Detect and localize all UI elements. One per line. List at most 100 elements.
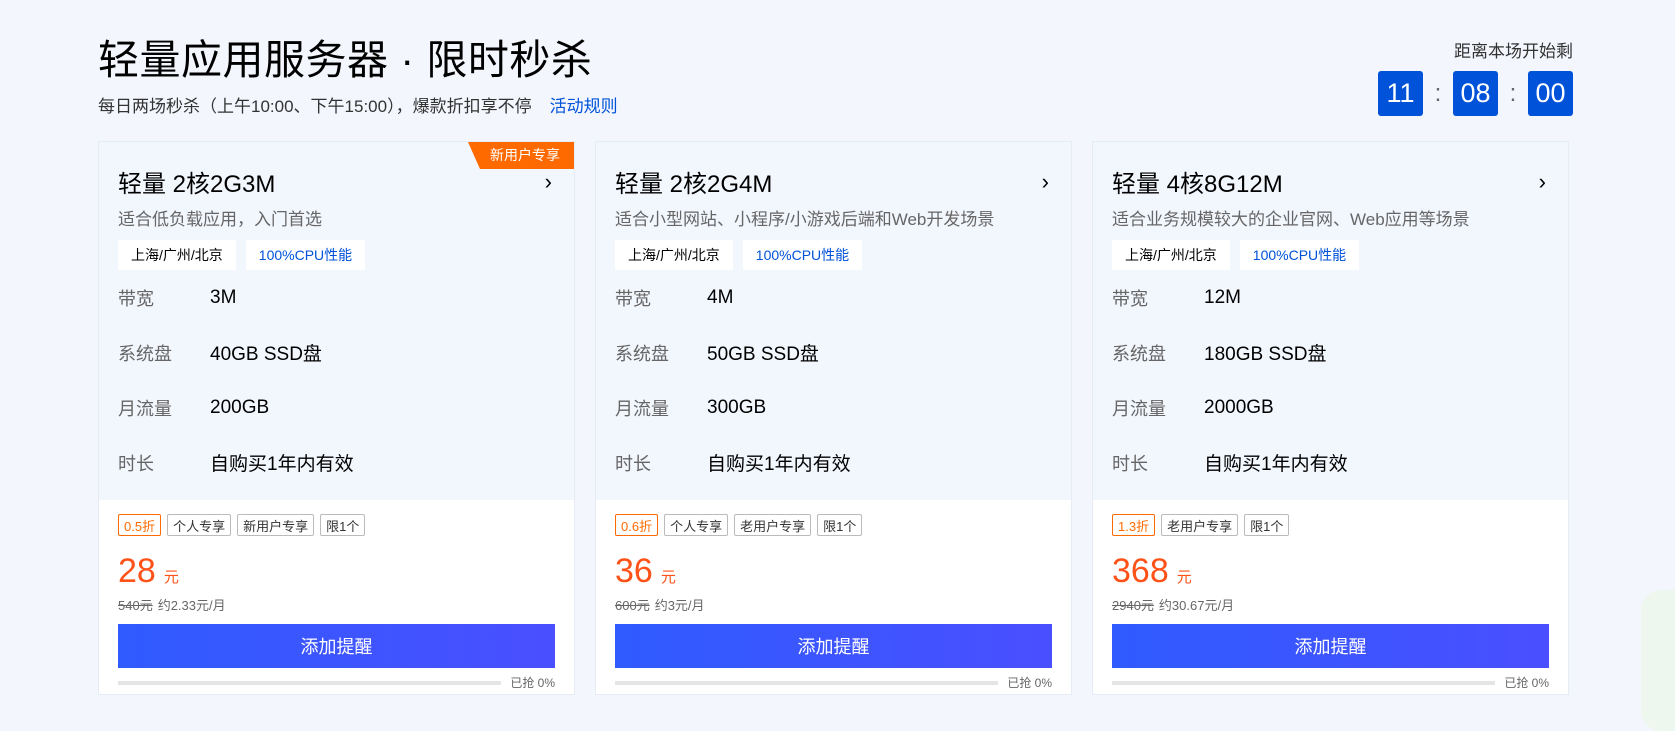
card-tags: 上海/广州/北京 100%CPU性能 <box>1112 240 1549 270</box>
card-tags: 上海/广州/北京 100%CPU性能 <box>118 240 555 270</box>
spec-row: 月流量 2000GB <box>1112 380 1549 435</box>
price-unit: 元 <box>660 569 676 586</box>
chevron-right-icon[interactable]: › <box>545 169 552 195</box>
original-price-row: 540元 约2.33元/月 <box>118 595 555 614</box>
chevron-right-icon[interactable]: › <box>1042 169 1049 195</box>
spec-value: 50GB SSD盘 <box>707 344 819 365</box>
region-tag: 上海/广州/北京 <box>1112 240 1230 270</box>
card-title[interactable]: 轻量 2核2G3M <box>118 164 275 199</box>
card-tags: 上海/广州/北京 100%CPU性能 <box>615 240 1052 270</box>
card-header[interactable]: 轻量 2核2G4M › <box>615 164 1052 199</box>
original-price: 600元 <box>615 598 650 613</box>
card-badges: 1.3折 老用户专享 限1个 <box>1112 514 1549 536</box>
product-card: 轻量 2核2G4M › 适合小型网站、小程序/小游戏后端和Web开发场景 上海/… <box>595 141 1072 695</box>
price-unit: 元 <box>163 569 179 586</box>
spec-value: 3M <box>210 286 237 308</box>
new-user-ribbon: 新用户专享 <box>468 142 574 169</box>
spec-value: 180GB SSD盘 <box>1204 344 1327 365</box>
spec-value: 2000GB <box>1204 396 1274 418</box>
card-badges: 0.6折 个人专享 老用户专享 限1个 <box>615 514 1052 536</box>
product-cards: 新用户专享 轻量 2核2G3M › 适合低负载应用，入门首选 上海/广州/北京 … <box>98 141 1569 695</box>
card-title[interactable]: 轻量 4核8G12M <box>1112 164 1283 199</box>
spec-label: 时长 <box>1112 453 1148 474</box>
sold-progress-bar <box>615 680 998 685</box>
cpu-tag: 100%CPU性能 <box>245 240 366 270</box>
countdown-hours: 11 <box>1378 71 1423 116</box>
spec-row: 带宽 12M <box>1112 270 1549 325</box>
discount-badge: 0.6折 <box>615 514 659 536</box>
spec-value: 300GB <box>707 396 767 418</box>
activity-rules-link[interactable]: 活动规则 <box>550 97 618 116</box>
monthly-price: 约3元/月 <box>654 598 705 613</box>
card-description: 适合业务规模较大的企业官网、Web应用等场景 <box>1112 210 1470 229</box>
product-card: 轻量 4核8G12M › 适合业务规模较大的企业官网、Web应用等场景 上海/广… <box>1092 141 1569 695</box>
spec-value: 12M <box>1204 286 1241 308</box>
add-reminder-button[interactable]: 添加提醒 <box>615 624 1052 668</box>
spec-label: 月流量 <box>118 398 172 419</box>
eligibility-badge: 老用户专享 <box>734 514 812 536</box>
spec-row: 月流量 300GB <box>615 380 1052 435</box>
page-title: 轻量应用服务器 · 限时秒杀 <box>98 37 593 83</box>
product-card: 新用户专享 轻量 2核2G3M › 适合低负载应用，入门首选 上海/广州/北京 … <box>98 141 575 695</box>
card-description: 适合低负载应用，入门首选 <box>118 210 322 229</box>
original-price-row: 2940元 约30.67元/月 <box>1112 595 1549 614</box>
countdown-timer: 11 : 08 : 00 <box>1378 71 1573 116</box>
card-spec-panel: 轻量 4核8G12M › 适合业务规模较大的企业官网、Web应用等场景 上海/广… <box>1093 142 1568 500</box>
spec-row: 系统盘 50GB SSD盘 <box>615 325 1052 380</box>
spec-row: 系统盘 180GB SSD盘 <box>1112 325 1549 380</box>
spec-value: 自购买1年内有效 <box>707 454 851 475</box>
cpu-tag: 100%CPU性能 <box>742 240 863 270</box>
spec-value: 自购买1年内有效 <box>1204 454 1348 475</box>
spec-row: 时长 自购买1年内有效 <box>615 435 1052 490</box>
discount-badge: 1.3折 <box>1112 514 1156 536</box>
original-price: 2940元 <box>1112 598 1154 613</box>
subtitle-text: 每日两场秒杀（上午10:00、下午15:00），爆款折扣享不停 <box>98 97 532 116</box>
spec-value: 自购买1年内有效 <box>210 454 354 475</box>
spec-label: 月流量 <box>1112 398 1166 419</box>
monthly-price: 约2.33元/月 <box>157 598 226 613</box>
limit-badge: 限1个 <box>817 514 863 536</box>
page-subtitle: 每日两场秒杀（上午10:00、下午15:00），爆款折扣享不停 活动规则 <box>98 92 618 117</box>
spec-row: 月流量 200GB <box>118 380 555 435</box>
card-price-panel: 1.3折 老用户专享 限1个 368 元 2940元 约30.67元/月 添加提醒… <box>1093 500 1568 691</box>
spec-value: 40GB SSD盘 <box>210 344 322 365</box>
chevron-right-icon[interactable]: › <box>1539 169 1546 195</box>
add-reminder-button[interactable]: 添加提醒 <box>118 624 555 668</box>
region-tag: 上海/广州/北京 <box>118 240 236 270</box>
progress-row: 已抢 0% <box>1112 674 1549 691</box>
countdown-separator: : <box>1509 79 1517 107</box>
spec-label: 月流量 <box>615 398 669 419</box>
card-header[interactable]: 轻量 2核2G3M › <box>118 164 555 199</box>
card-title[interactable]: 轻量 2核2G4M <box>615 164 772 199</box>
card-price-panel: 0.6折 个人专享 老用户专享 限1个 36 元 600元 约3元/月 添加提醒 … <box>596 500 1071 691</box>
monthly-price: 约30.67元/月 <box>1158 598 1235 613</box>
progress-row: 已抢 0% <box>118 674 555 691</box>
spec-label: 带宽 <box>1112 288 1148 309</box>
card-spec-panel: 新用户专享 轻量 2核2G3M › 适合低负载应用，入门首选 上海/广州/北京 … <box>99 142 574 500</box>
price-unit: 元 <box>1176 569 1192 586</box>
spec-row: 时长 自购买1年内有效 <box>1112 435 1549 490</box>
sold-progress-bar <box>1112 680 1495 685</box>
spec-label: 系统盘 <box>1112 343 1166 364</box>
spec-row: 系统盘 40GB SSD盘 <box>118 325 555 380</box>
card-spec-panel: 轻量 2核2G4M › 适合小型网站、小程序/小游戏后端和Web开发场景 上海/… <box>596 142 1071 500</box>
price-row: 28 元 <box>118 552 555 591</box>
spec-label: 时长 <box>615 453 651 474</box>
spec-row: 带宽 4M <box>615 270 1052 325</box>
spec-label: 时长 <box>118 453 154 474</box>
spec-label: 带宽 <box>615 288 651 309</box>
spec-label: 带宽 <box>118 288 154 309</box>
card-header[interactable]: 轻量 4核8G12M › <box>1112 164 1549 199</box>
price-row: 368 元 <box>1112 552 1549 591</box>
card-description: 适合小型网站、小程序/小游戏后端和Web开发场景 <box>615 210 995 229</box>
spec-row: 时长 自购买1年内有效 <box>118 435 555 490</box>
floating-side-widget[interactable] <box>1641 590 1675 731</box>
add-reminder-button[interactable]: 添加提醒 <box>1112 624 1549 668</box>
spec-label: 系统盘 <box>615 343 669 364</box>
original-price-row: 600元 约3元/月 <box>615 595 1052 614</box>
sold-progress-bar <box>118 680 501 685</box>
countdown-separator: : <box>1434 79 1442 107</box>
card-price-panel: 0.5折 个人专享 新用户专享 限1个 28 元 540元 约2.33元/月 添加… <box>99 500 574 691</box>
limit-badge: 限1个 <box>1244 514 1290 536</box>
countdown-minutes: 08 <box>1453 71 1498 116</box>
